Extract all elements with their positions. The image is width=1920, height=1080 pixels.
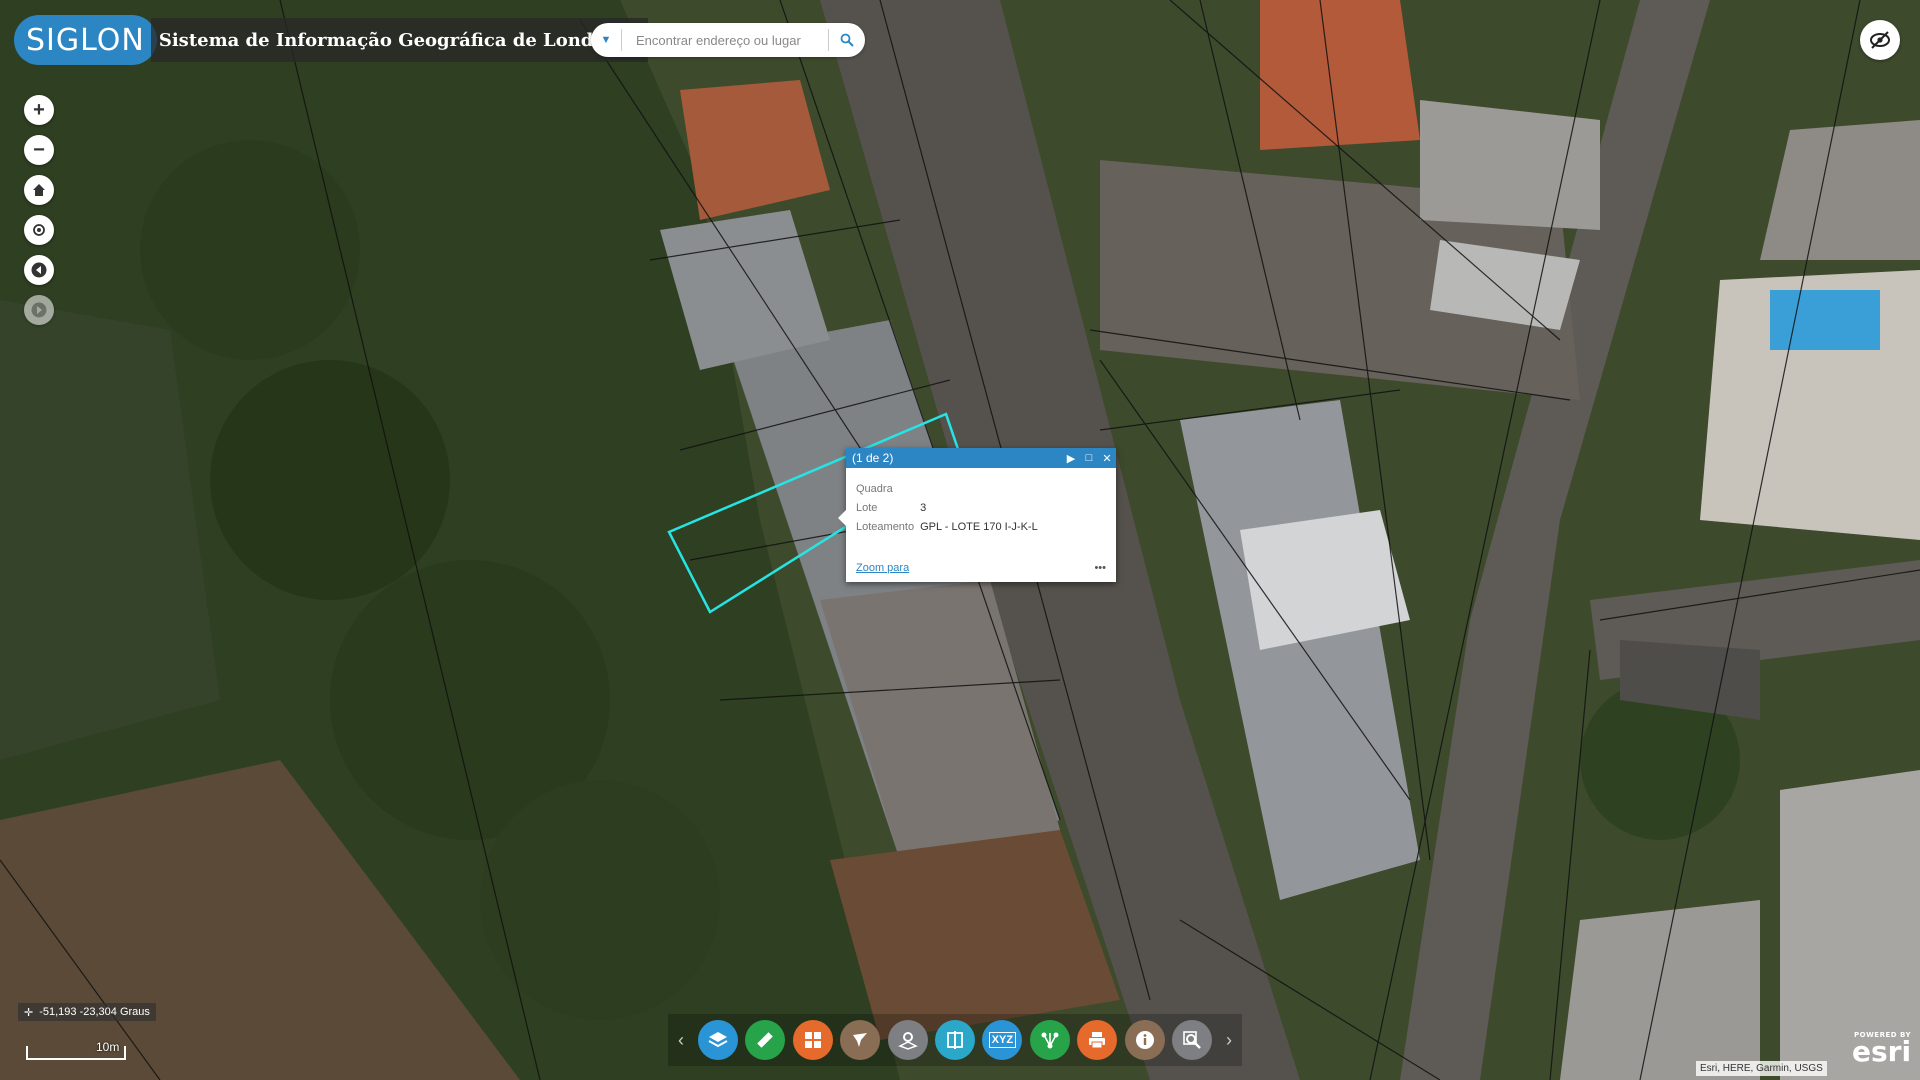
- widget-toolbar: ‹ XYZ ›: [668, 1014, 1242, 1066]
- app-header: SIGLON Sistema de Informação Geográfica …: [14, 14, 649, 66]
- search-button[interactable]: [828, 29, 865, 51]
- zoom-to-link[interactable]: Zoom para: [856, 562, 1094, 574]
- previous-extent-button[interactable]: [24, 255, 54, 285]
- chevron-left-icon: ‹: [678, 1029, 684, 1050]
- app-logo[interactable]: SIGLON: [14, 15, 157, 65]
- coordinate-readout: ✛ -51,193 -23,304 Graus: [18, 1003, 156, 1021]
- draw-tool[interactable]: [840, 1020, 881, 1060]
- share-tool[interactable]: [1029, 1020, 1070, 1060]
- attribute-label: Loteamento: [856, 521, 915, 533]
- basemap-tool[interactable]: [792, 1020, 833, 1060]
- measure-tool[interactable]: [745, 1020, 786, 1060]
- layers-icon: [708, 1032, 728, 1048]
- search-icon: [840, 33, 854, 47]
- coordinate-tool[interactable]: XYZ: [982, 1020, 1023, 1060]
- zoom-in-button[interactable]: +: [24, 95, 54, 125]
- print-icon: [1089, 1032, 1106, 1049]
- eye-slash-icon: [1870, 31, 1890, 49]
- home-icon: [33, 184, 45, 196]
- swipe-tool[interactable]: [934, 1020, 975, 1060]
- locate-icon: [33, 224, 45, 236]
- map-attribution: Esri, HERE, Garmin, USGS: [1696, 1061, 1827, 1076]
- popup-header: (1 de 2) ▶ □ ✕: [846, 448, 1116, 468]
- attribute-row: Loteamento GPL - LOTE 170 I-J-K-L: [856, 518, 1042, 537]
- xyz-icon: XYZ: [988, 1032, 1017, 1048]
- map-navigation: + −: [24, 95, 54, 325]
- next-extent-button[interactable]: [24, 295, 54, 325]
- grid-icon: [804, 1032, 821, 1048]
- attribute-label: Lote: [856, 502, 878, 514]
- chevron-down-icon: ▼: [600, 34, 612, 46]
- close-icon: ✕: [1102, 452, 1112, 465]
- arrow-right-icon: [31, 302, 47, 318]
- toolbar-tools: XYZ: [694, 1020, 1216, 1060]
- scale-label: 10m: [96, 1040, 120, 1054]
- hide-ui-toggle[interactable]: [1860, 20, 1900, 60]
- attribute-value: GPL - LOTE 170 I-J-K-L: [920, 521, 1038, 533]
- popup-attributes: Quadra Lote 3 Loteamento GPL - LOTE 170 I-…: [856, 480, 1042, 537]
- identify-popup: (1 de 2) ▶ □ ✕ Quadra Lote 3 Loteamento GP…: [838, 448, 1116, 582]
- zoom-out-button[interactable]: −: [24, 135, 54, 165]
- minus-icon: −: [33, 139, 45, 161]
- toolbar-prev-button[interactable]: ‹: [668, 1030, 694, 1051]
- app-title: Sistema de Informação Geográfica de Lond…: [150, 18, 649, 62]
- popup-footer: Zoom para •••: [856, 562, 1106, 574]
- maximize-icon: □: [1085, 452, 1093, 464]
- coordinate-text: -51,193 -23,304 Graus: [39, 1006, 150, 1018]
- search-map-tool[interactable]: [1171, 1020, 1212, 1060]
- bookmark-icon: [897, 1032, 918, 1050]
- bookmark-tool[interactable]: [887, 1020, 928, 1060]
- about-tool[interactable]: [1124, 1020, 1165, 1060]
- search-source-dropdown[interactable]: ▼: [591, 29, 622, 51]
- ruler-icon: [757, 1032, 774, 1048]
- share-icon: [1041, 1032, 1059, 1049]
- draw-icon: [853, 1033, 868, 1047]
- arrow-left-icon: [31, 262, 47, 278]
- popup-next-button[interactable]: ▶: [1062, 452, 1080, 465]
- plus-icon: +: [33, 99, 45, 121]
- info-icon: [1135, 1031, 1154, 1049]
- print-tool[interactable]: [1077, 1020, 1118, 1060]
- powered-by-text: POWERED BY: [1854, 1031, 1912, 1039]
- attribute-label: Quadra: [856, 483, 893, 495]
- play-right-icon: ▶: [1066, 452, 1076, 465]
- esri-brand: esri: [1852, 1035, 1912, 1068]
- attribute-row: Quadra: [856, 480, 1042, 499]
- popup-pointer: [838, 510, 846, 526]
- swipe-icon: [947, 1031, 963, 1049]
- toolbar-next-button[interactable]: ›: [1216, 1030, 1242, 1051]
- esri-logo[interactable]: POWERED BY esri: [1852, 1032, 1912, 1068]
- zoom-search-icon: [1183, 1031, 1201, 1049]
- attribute-row: Lote 3: [856, 499, 1042, 518]
- search-input[interactable]: Encontrar endereço ou lugar: [622, 33, 828, 48]
- layers-tool[interactable]: [698, 1020, 738, 1060]
- chevron-right-icon: ›: [1226, 1029, 1232, 1050]
- popup-close-button[interactable]: ✕: [1098, 452, 1116, 465]
- search-box: ▼ Encontrar endereço ou lugar: [591, 23, 865, 57]
- popup-maximize-button[interactable]: □: [1080, 452, 1098, 464]
- crosshair-icon[interactable]: ✛: [24, 1006, 33, 1019]
- more-actions-button[interactable]: •••: [1094, 562, 1106, 574]
- attribute-value: [920, 480, 1042, 499]
- popup-counter: (1 de 2): [852, 451, 894, 465]
- home-button[interactable]: [24, 175, 54, 205]
- locate-button[interactable]: [24, 215, 54, 245]
- attribute-value: 3: [920, 502, 927, 514]
